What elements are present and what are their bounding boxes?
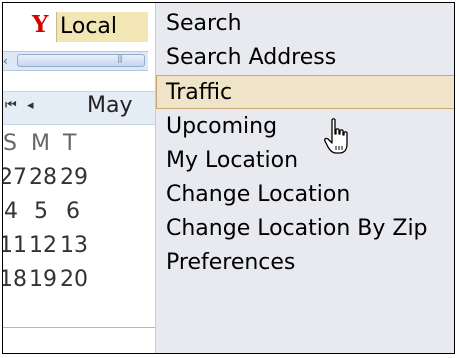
calendar-day[interactable]: 6 bbox=[66, 195, 80, 229]
calendar-week-row: 27 28 29 bbox=[3, 161, 155, 195]
hand-pointer-icon bbox=[324, 118, 348, 154]
menu-item-change-location[interactable]: Change Location bbox=[156, 178, 454, 212]
calendar-day[interactable]: 18 bbox=[3, 263, 27, 297]
calendar-day[interactable]: 11 bbox=[3, 229, 27, 263]
menu-item-upcoming[interactable]: Upcoming bbox=[156, 110, 454, 144]
calendar-panel: Y Local ‹ ||| ⏮ ◂ May S M T 27 28 29 4 5… bbox=[3, 3, 155, 353]
calendar-day[interactable]: 27 bbox=[3, 161, 27, 195]
divider bbox=[3, 327, 155, 328]
weekday-header: M bbox=[31, 131, 50, 156]
calendar-day[interactable]: 5 bbox=[34, 195, 48, 229]
calendar-day[interactable]: 29 bbox=[60, 161, 88, 195]
calendar-week-row: 18 19 20 bbox=[3, 263, 155, 297]
calendar-week-row: 4 5 6 bbox=[3, 195, 155, 229]
menu-item-change-location-by-zip[interactable]: Change Location By Zip bbox=[156, 212, 454, 246]
local-dropdown-menu: Search Search Address Traffic Upcoming M… bbox=[155, 3, 454, 353]
horizontal-scrollbar[interactable]: ‹ ||| bbox=[3, 51, 148, 71]
calendar-day[interactable]: 20 bbox=[60, 263, 88, 297]
calendar-nav: ⏮ ◂ May bbox=[3, 91, 155, 125]
prev-month-icon[interactable]: ◂ bbox=[27, 98, 34, 113]
yahoo-logo-icon: Y bbox=[32, 11, 49, 38]
calendar-day[interactable]: 13 bbox=[60, 229, 88, 263]
menu-item-search[interactable]: Search bbox=[156, 7, 454, 41]
scrollbar-thumb[interactable] bbox=[17, 54, 145, 67]
calendar-week-row: 11 12 13 bbox=[3, 229, 155, 263]
scrollbar-grip-icon: ||| bbox=[117, 54, 123, 63]
weekday-header: T bbox=[63, 131, 77, 156]
local-menu-button[interactable]: Local bbox=[56, 12, 148, 42]
menu-item-my-location[interactable]: My Location bbox=[156, 144, 454, 178]
weekday-header-row: S M T bbox=[3, 127, 155, 161]
menu-item-search-address[interactable]: Search Address bbox=[156, 41, 454, 75]
calendar-day[interactable]: 19 bbox=[29, 263, 57, 297]
month-label: May bbox=[87, 93, 133, 118]
calendar-day[interactable]: 28 bbox=[29, 161, 57, 195]
skip-first-icon[interactable]: ⏮ bbox=[5, 98, 17, 113]
calendar-day[interactable]: 12 bbox=[29, 229, 57, 263]
calendar-day[interactable]: 4 bbox=[4, 195, 18, 229]
menu-item-traffic[interactable]: Traffic bbox=[156, 75, 454, 109]
toolbar: Y Local bbox=[3, 9, 155, 43]
chevron-left-icon[interactable]: ‹ bbox=[3, 52, 13, 70]
weekday-header: S bbox=[3, 131, 17, 156]
menu-item-preferences[interactable]: Preferences bbox=[156, 246, 454, 280]
screenshot-frame: Y Local ‹ ||| ⏮ ◂ May S M T 27 28 29 4 5… bbox=[2, 2, 455, 354]
